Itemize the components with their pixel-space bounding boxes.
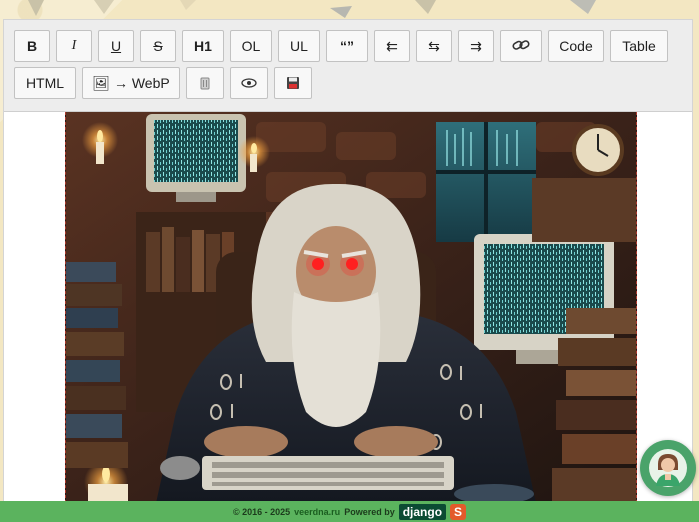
page-footer: © 2016 - 2025 veerdna.ru Powered by djan… xyxy=(0,501,699,522)
support-avatar-icon xyxy=(649,449,687,487)
wizard-illustration xyxy=(66,112,636,503)
site-link[interactable]: veerdna.ru xyxy=(294,507,340,517)
table-button[interactable]: Table xyxy=(610,30,668,62)
code-button[interactable]: Code xyxy=(548,30,604,62)
align-left-button[interactable]: ⇇ xyxy=(374,30,410,62)
ordered-list-button[interactable]: OL xyxy=(230,30,272,62)
background-triangles xyxy=(28,0,596,18)
s-logo-icon[interactable]: S xyxy=(450,503,467,520)
link-button[interactable] xyxy=(500,30,542,62)
italic-button[interactable]: I xyxy=(56,30,92,62)
copyright-text: © 2016 - 2025 xyxy=(232,506,291,517)
floppy-disk-icon xyxy=(287,77,299,89)
toolbar-row-1: B I U S H1 OL UL “” ⇇ ⇆ ⇉ Code Table xyxy=(14,30,668,62)
align-center-button[interactable]: ⇆ xyxy=(416,30,452,62)
wizard-programmer-image[interactable] xyxy=(65,112,637,503)
editor-toolbar: B I U S H1 OL UL “” ⇇ ⇆ ⇉ Code Table HTM… xyxy=(4,20,692,112)
support-avatar-button[interactable] xyxy=(640,440,696,496)
link-icon xyxy=(512,38,530,55)
bold-button[interactable]: B xyxy=(14,30,50,62)
underline-button[interactable]: U xyxy=(98,30,134,62)
trash-icon xyxy=(200,77,210,90)
heading1-button[interactable]: H1 xyxy=(182,30,224,62)
rich-text-editor: B I U S H1 OL UL “” ⇇ ⇆ ⇉ Code Table HTM… xyxy=(3,19,693,503)
django-logo[interactable]: django xyxy=(398,503,447,520)
trash-button[interactable] xyxy=(186,67,224,99)
align-right-button[interactable]: ⇉ xyxy=(458,30,494,62)
unordered-list-button[interactable]: UL xyxy=(278,30,320,62)
eye-icon xyxy=(241,78,257,88)
powered-by-text: Powered by xyxy=(344,506,395,517)
preview-button[interactable] xyxy=(230,67,268,99)
html-button[interactable]: HTML xyxy=(14,67,76,99)
toolbar-row-2: HTML 🖼 → WebP xyxy=(14,67,312,99)
editor-content-area[interactable] xyxy=(4,112,692,503)
quote-button[interactable]: “” xyxy=(326,30,368,62)
strikethrough-button[interactable]: S xyxy=(140,30,176,62)
image-to-webp-button[interactable]: 🖼 → WebP xyxy=(82,67,180,99)
save-button[interactable] xyxy=(274,67,312,99)
